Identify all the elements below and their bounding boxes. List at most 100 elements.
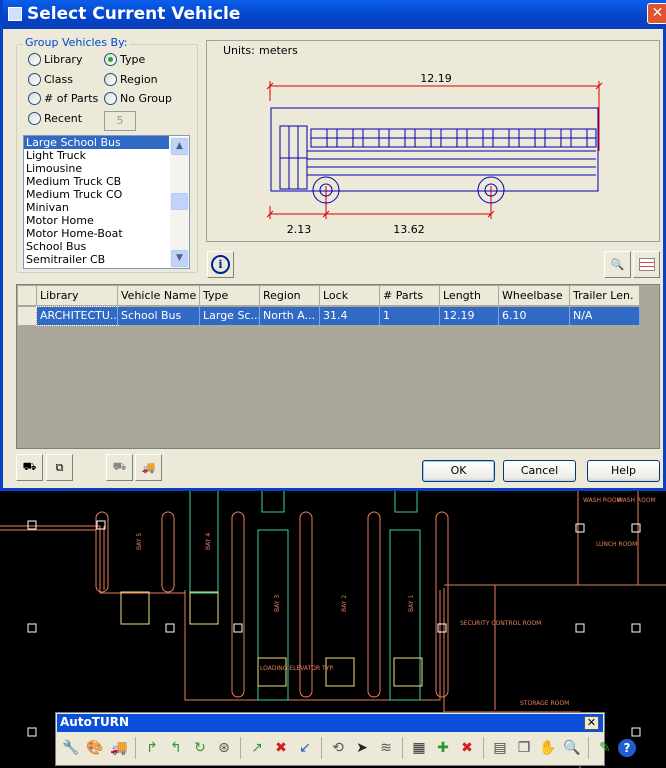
vehicle-table[interactable]: Library Vehicle Name Type Region Lock # Parts… (16, 284, 660, 449)
list-item[interactable]: Motor Home (24, 214, 169, 227)
table-cell[interactable]: N/A (570, 307, 640, 325)
list-item[interactable]: Motor Home-Boat (24, 227, 169, 240)
steering-wheel-icon[interactable]: ⊛ (213, 736, 235, 760)
arc-path-2-icon[interactable]: ↰ (165, 736, 187, 760)
search-doc-icon[interactable]: 🔍 (561, 736, 583, 760)
vehicle-import-icon: 🚚 (141, 461, 156, 474)
delete-path-icon[interactable]: ✖ (270, 736, 292, 760)
edit-vehicle-button[interactable]: ⛟ (106, 454, 133, 481)
table-icon (638, 258, 655, 271)
vehicle-outline-icon: ⛟ (22, 460, 37, 473)
list-item[interactable]: Semitrailer CB (24, 253, 169, 266)
library-icon[interactable]: ✋ (537, 736, 559, 760)
wrench-icon[interactable]: 🔧 (60, 736, 82, 760)
list-item[interactable]: Large School Bus (24, 136, 169, 149)
cad-label: BAY 5 (136, 533, 143, 550)
toolbar-separator (240, 737, 241, 759)
vehicle-properties-button[interactable] (633, 251, 660, 278)
autoturn-toolbar: AutoTURN ✕ 🔧 🎨 🚚 ↱ ↰ ↻ ⊛ ↗ ✖ ↙ ⟲ ➤ ≋ ▦ ✚ ✖ ▤ ❐ ✋ 🔍 ✎? (55, 712, 636, 766)
help-icon[interactable]: ? (618, 739, 636, 757)
ok-button[interactable]: OK (422, 460, 495, 482)
column-header[interactable]: Library (37, 286, 118, 306)
list-item[interactable]: Minivan (24, 201, 169, 214)
vehicle-diagram: 12.19 2.13 13.62 (266, 72, 603, 236)
import-vehicle-button[interactable]: 🚚 (135, 454, 162, 481)
radio-type[interactable]: Type (104, 53, 145, 66)
reverse-path-icon[interactable]: ↙ (294, 736, 316, 760)
info-icon: i (211, 255, 230, 274)
cad-label: LUNCH ROOM (596, 541, 637, 548)
toolbar-title-bar[interactable]: AutoTURN ✕ (57, 714, 603, 732)
toolbar-separator (588, 737, 589, 759)
column-header[interactable]: Region (260, 286, 320, 306)
tracks-icon[interactable]: ≋ (375, 736, 397, 760)
list-item[interactable]: Limousine (24, 162, 169, 175)
list-item[interactable]: School Bus (24, 240, 169, 253)
add-icon[interactable]: ✚ (432, 736, 454, 760)
app-icon (8, 7, 22, 21)
animation-icon[interactable]: ▦ (408, 736, 430, 760)
column-header[interactable]: Vehicle Name (118, 286, 200, 306)
scroll-up-button[interactable]: ▲ (171, 138, 188, 155)
zoom-preview-button[interactable]: 🔍 (604, 251, 631, 278)
magnifier-icon: 🔍 (610, 258, 625, 271)
palette-icon[interactable]: 🎨 (84, 736, 106, 760)
length-dimension: 12.19 (420, 72, 452, 85)
remove-icon[interactable]: ✖ (456, 736, 478, 760)
list-scrollbar[interactable]: ▲ ▼ (170, 137, 189, 268)
toolbar-separator (321, 737, 322, 759)
scroll-thumb[interactable] (171, 193, 188, 210)
arc-path-icon[interactable]: ↱ (141, 736, 163, 760)
recent-count-input[interactable]: 5 (104, 111, 136, 131)
column-header[interactable]: Length (440, 286, 499, 306)
radio-region[interactable]: Region (104, 73, 158, 86)
table-cell[interactable]: ARCHITECTU... (36, 306, 119, 326)
column-header[interactable]: Type (200, 286, 260, 306)
table-cell[interactable]: 31.4 (320, 307, 380, 325)
list-item[interactable]: Light Truck (24, 149, 169, 162)
toolbar-title: AutoTURN (60, 715, 130, 729)
column-header[interactable]: Lock (320, 286, 380, 306)
toolbar-close-button[interactable]: ✕ (584, 716, 599, 730)
column-header[interactable]: Wheelbase (499, 286, 570, 306)
table-cell[interactable]: Large Sc... (200, 307, 260, 325)
new-vehicle-button[interactable]: ⛟ (16, 454, 43, 481)
toolbar-separator (135, 737, 136, 759)
cad-label: BAY 4 (205, 533, 212, 550)
list-item[interactable]: Medium Truck CB (24, 175, 169, 188)
table-cell[interactable]: 12.19 (440, 307, 499, 325)
radio-recent[interactable]: Recent (28, 112, 82, 125)
report-icon[interactable]: ▤ (489, 736, 511, 760)
cancel-button[interactable]: Cancel (503, 460, 576, 482)
column-header[interactable]: Trailer Len. (570, 286, 640, 306)
edit-path-icon[interactable]: ↗ (246, 736, 268, 760)
table-cell[interactable]: 1 (380, 307, 440, 325)
copy-vehicle-button[interactable]: ⧉ (46, 454, 73, 481)
title-bar[interactable]: Select Current Vehicle (3, 0, 666, 29)
radio-parts[interactable]: # of Parts (28, 92, 98, 105)
column-header[interactable]: # Parts (380, 286, 440, 306)
copy-icon[interactable]: ❐ (513, 736, 535, 760)
radio-no-group[interactable]: No Group (104, 92, 172, 105)
radio-library[interactable]: Library (28, 53, 82, 66)
radio-class[interactable]: Class (28, 73, 73, 86)
table-cell[interactable]: School Bus (118, 307, 200, 325)
select-arrow-icon[interactable]: ➤ (351, 736, 373, 760)
info-button[interactable]: i (207, 251, 234, 278)
edit-doc-icon[interactable]: ✎ (594, 736, 616, 760)
vehicle-icon[interactable]: 🚚 (108, 736, 130, 760)
row-selector[interactable] (18, 307, 37, 325)
arc-path-3-icon[interactable]: ↻ (189, 736, 211, 760)
row-header-corner (18, 286, 37, 306)
scroll-down-button[interactable]: ▼ (171, 250, 188, 267)
vehicle-type-list[interactable]: Large School Bus Light Truck Limousine M… (23, 135, 190, 269)
close-button[interactable]: ✕ (647, 3, 666, 24)
cad-label: LOADING ELEVATOR TYP. (260, 665, 334, 672)
list-item[interactable]: Medium Truck CO (24, 188, 169, 201)
help-button[interactable]: Help (587, 460, 660, 482)
swept-path-icon[interactable]: ⟲ (327, 736, 349, 760)
dialog-title: Select Current Vehicle (27, 4, 241, 24)
table-cell[interactable]: 6.10 (499, 307, 570, 325)
table-cell[interactable]: North A... (260, 307, 320, 325)
vehicle-copy-icon: ⧉ (55, 460, 64, 474)
